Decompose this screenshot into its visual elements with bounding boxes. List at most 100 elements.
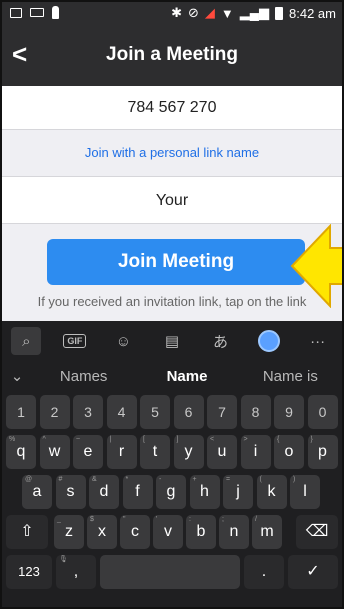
key-1-label: 1 (17, 404, 25, 420)
meeting-id-field[interactable]: 784 567 270 (2, 86, 342, 130)
signal-icon: ▂▄▆ (239, 5, 270, 20)
idea-bulb-icon[interactable] (254, 327, 284, 355)
key-s[interactable]: # s (55, 475, 86, 509)
key-7[interactable]: 7 (207, 395, 237, 429)
enter-key[interactable]: ✓ (288, 555, 338, 589)
sticker-icon[interactable]: ☺ (108, 327, 138, 355)
translate-icon[interactable]: あ (206, 327, 236, 355)
key-6-label: 6 (184, 404, 193, 420)
clipboard-icon[interactable]: ▤ (157, 327, 187, 355)
key-m-secondary: / (255, 516, 257, 523)
key-q[interactable]: % q (6, 435, 36, 469)
key-f[interactable]: * f (122, 475, 153, 509)
status-bar: ✱ ⊘ ◢ ▼ ▂▄▆ 8:42 am (2, 2, 342, 26)
key-b[interactable]: :b (186, 515, 216, 549)
personal-link-button[interactable]: Join with a personal link name (2, 130, 342, 176)
key-n[interactable]: ; n (219, 515, 249, 549)
page-title: Join a Meeting (106, 44, 238, 65)
key-f-secondary: * (125, 476, 129, 483)
key-e-secondary: ~ (76, 436, 81, 443)
key-0[interactable]: 0 (307, 395, 338, 429)
gif-icon[interactable]: GIF (60, 327, 90, 355)
key-5-label: 5 (151, 404, 159, 420)
number-row: 1 2 3 4 5 6 7 8 9 0 (2, 391, 342, 431)
key-e[interactable]: ~ e (73, 435, 103, 469)
key-8[interactable]: 8 (240, 395, 271, 429)
status-right-icons: ✱ ⊘ ◢ ▼ ▂▄▆ 8:42 am (171, 5, 336, 21)
do-not-disturb-icon: ⊘ (188, 5, 199, 20)
suggestion-1[interactable]: Names (32, 368, 135, 385)
backspace-icon: ⌫ (305, 523, 329, 540)
key-h[interactable]: + h (189, 475, 220, 509)
key-i[interactable]: > i (240, 435, 271, 469)
key-7-label: 7 (218, 404, 226, 420)
numbers-key-label: 123 (18, 564, 40, 579)
key-j[interactable]: = j (223, 475, 253, 509)
key-k[interactable]: (k (256, 475, 287, 509)
key-w[interactable]: ^ w (39, 435, 70, 469)
shift-key[interactable]: ⇧ (6, 515, 48, 549)
key-c[interactable]: " c (120, 515, 150, 549)
key-d-secondary: & (92, 476, 97, 483)
key-y[interactable]: ] y (173, 435, 204, 469)
period-key[interactable]: . (244, 555, 284, 589)
key-6[interactable]: 6 (173, 395, 204, 429)
key-t[interactable]: [t (140, 435, 170, 469)
key-4[interactable]: 4 (106, 395, 137, 429)
more-options-icon[interactable]: ··· (303, 327, 333, 355)
join-meeting-button[interactable]: Join Meeting (47, 239, 305, 285)
key-n-secondary: ; (222, 516, 224, 523)
name-field[interactable]: Your Name (2, 176, 342, 257)
key-s-secondary: # (58, 476, 63, 483)
key-2[interactable]: 2 (39, 395, 70, 429)
battery-icon (275, 6, 284, 20)
key-p-secondary: } (310, 436, 313, 443)
comma-key[interactable]: 🎙, (56, 555, 96, 589)
key-i-secondary: > (243, 436, 248, 443)
keyboard-notification-icon (30, 8, 44, 17)
key-3[interactable]: 3 (73, 395, 103, 429)
key-g[interactable]: -g (156, 475, 186, 509)
mic-icon: 🎙 (59, 556, 68, 563)
key-b-secondary: : (189, 516, 191, 523)
key-o[interactable]: {o (274, 435, 304, 469)
meeting-id-value: 784 567 270 (127, 99, 217, 116)
collapse-chevron-icon[interactable]: ⌄ (2, 367, 32, 385)
suggestion-3[interactable]: Name is (239, 368, 342, 385)
wifi-icon: ▼ (220, 5, 234, 21)
key-x[interactable]: $ x (87, 515, 117, 549)
suggestion-2[interactable]: Name (135, 368, 238, 385)
key-k-secondary: ( (259, 476, 262, 483)
key-a-secondary: @ (25, 476, 33, 483)
usb-notification-icon (52, 6, 59, 19)
numbers-key[interactable]: 123 (6, 555, 52, 589)
key-5[interactable]: 5 (140, 395, 170, 429)
key-4-label: 4 (117, 404, 126, 420)
status-left-icons (10, 6, 59, 19)
key-u[interactable]: < u (207, 435, 237, 469)
key-x-secondary: $ (90, 516, 94, 523)
backspace-key[interactable]: ⌫ (296, 515, 338, 549)
key-r[interactable]: | r (106, 435, 137, 469)
status-time: 8:42 am (289, 5, 336, 21)
key-a[interactable]: @ a (22, 475, 52, 509)
title-bar: < Join a Meeting (2, 26, 342, 86)
key-m[interactable]: / m (252, 515, 282, 549)
key-g-secondary: - (159, 476, 162, 483)
key-1[interactable]: 1 (6, 395, 36, 429)
key-l[interactable]: ) l (290, 475, 320, 509)
key-p[interactable]: } p (307, 435, 338, 469)
key-o-secondary: { (277, 436, 280, 443)
screenshot-notification-icon (10, 7, 22, 18)
key-d[interactable]: & d (89, 475, 119, 509)
key-u-secondary: < (210, 436, 215, 443)
key-l-secondary: ) (293, 476, 296, 483)
key-j-secondary: = (226, 476, 231, 483)
key-z[interactable]: _ z (54, 515, 84, 549)
key-9[interactable]: 9 (274, 395, 304, 429)
keyboard-search-icon[interactable]: ⌕ (11, 327, 42, 355)
key-t-secondary: [ (143, 436, 145, 443)
key-v[interactable]: ' v (153, 515, 183, 549)
space-key[interactable] (100, 555, 240, 589)
key-3-label: 3 (84, 404, 92, 420)
